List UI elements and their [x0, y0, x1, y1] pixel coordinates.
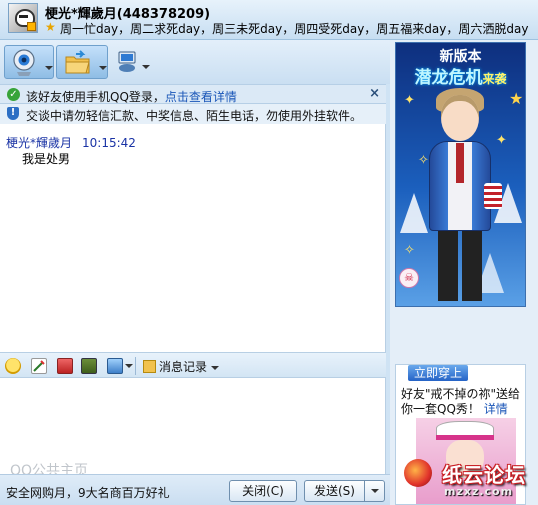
sparkle-icon: ✦ [496, 133, 507, 148]
contact-signature: 周一忙day，周二求死day，周三未死day，周四受死day，周五福来day，周… [60, 22, 529, 36]
mobile-login-notice: ✓ 该好友使用手机QQ登录，点击查看详情 × [0, 84, 386, 104]
chat-toolbar [0, 40, 390, 84]
chat-header: 梗光*輝歲月(448378209) ★ 周一忙day，周二求死day，周三未死d… [0, 0, 538, 40]
wear-now-button[interactable]: 立即穿上 [408, 365, 468, 381]
chevron-down-icon [211, 365, 220, 370]
banner-title: 潜龙危机 [414, 68, 483, 88]
chevron-down-icon[interactable] [125, 364, 133, 368]
font-icon[interactable] [31, 358, 47, 374]
forum-logo: 纸云论坛 mzxz.com [392, 455, 538, 505]
safety-notice: ! 交谈中请勿轻信汇款、中奖信息、陌生电话，勿使用外挂软件。 [0, 104, 386, 124]
sparkle-icon: ✧ [418, 153, 429, 168]
emoji-icon[interactable] [5, 358, 21, 374]
avatar-head [441, 95, 479, 141]
close-notice-button[interactable]: × [369, 86, 380, 101]
view-details-link[interactable]: 点击查看详情 [165, 90, 237, 104]
chevron-down-icon[interactable] [142, 65, 150, 69]
sparkle-icon: ✦ [404, 93, 415, 108]
send-button[interactable]: 发送(S) [304, 480, 364, 502]
history-icon [143, 360, 156, 373]
avatar-legs [438, 231, 482, 301]
close-button[interactable]: 关闭(C) [229, 480, 297, 502]
send-options-button[interactable] [364, 480, 385, 502]
ad-text-line2: 你一套QQ秀！ 详情 [401, 400, 508, 417]
check-icon: ✓ [7, 88, 20, 101]
star-icon: ★ [45, 20, 56, 34]
bottom-bar: 安全网购月，9大名商百万好礼 关闭(C) 发送(S) [0, 474, 392, 505]
ad-text: 你一套QQ秀！ [401, 402, 480, 416]
screenshot-icon[interactable] [107, 358, 123, 374]
message-history[interactable]: 梗光*輝歲月 10:15:42 我是处男 [0, 124, 386, 352]
ad-details-link[interactable]: 详情 [484, 402, 508, 416]
logo-text: 纸云论坛 [442, 463, 526, 487]
banner-small: 来袭 [482, 72, 507, 86]
history-label: 消息记录 [159, 360, 208, 374]
image-icon[interactable] [81, 358, 97, 374]
shield-icon: ! [7, 107, 19, 120]
pencil-icon [33, 360, 45, 372]
level-star-icon: ★ [509, 89, 524, 108]
message-sender: 梗光*輝歲月 [6, 136, 73, 150]
avatar-tie [456, 143, 464, 183]
notice-text: 该好友使用手机QQ登录， [26, 90, 165, 104]
right-panel: 新版本 潜龙危机来袭 ✦ ✧ ✦ ✧ ★ ☠ 立即穿上 好友"戒不掉の祢"送给 … [390, 40, 538, 505]
magic-expression-icon[interactable] [57, 358, 73, 374]
promo-link[interactable]: 安全网购月，9大名商百万好礼 [6, 484, 170, 501]
qq-show-panel[interactable]: 新版本 潜龙危机来袭 ✦ ✧ ✦ ✧ ★ ☠ [395, 42, 526, 307]
toolbar-divider [135, 357, 136, 375]
send-file-button[interactable] [56, 45, 108, 79]
logo-orb-icon [404, 459, 432, 487]
webcam-icon [13, 49, 35, 76]
folder-icon [65, 50, 90, 74]
message-time: 10:15:42 [82, 136, 136, 150]
avatar-sleeve [484, 183, 502, 209]
message-history-button[interactable]: 消息记录 [143, 358, 220, 375]
qq-show-badge-icon [27, 22, 36, 31]
logo-url: mzxz.com [444, 485, 514, 498]
chevron-down-icon[interactable] [99, 66, 107, 70]
input-toolbar: 消息记录 [0, 352, 386, 378]
message-header: 梗光*輝歲月 10:15:42 [6, 134, 136, 151]
safety-text: 交谈中请勿轻信汇款、中奖信息、陌生电话，勿使用外挂软件。 [26, 109, 363, 123]
skull-icon: ☠ [399, 268, 419, 288]
chevron-down-icon[interactable] [45, 66, 53, 70]
remote-assist-icon [118, 51, 136, 72]
tree-decoration [400, 193, 428, 233]
remote-assist-button[interactable] [112, 45, 152, 79]
sparkle-icon: ✧ [404, 243, 415, 258]
message-text: 我是处男 [22, 152, 71, 166]
video-call-button[interactable] [4, 45, 54, 79]
banner-line2: 潜龙危机来袭 [396, 63, 525, 88]
contact-avatar[interactable] [8, 3, 38, 33]
